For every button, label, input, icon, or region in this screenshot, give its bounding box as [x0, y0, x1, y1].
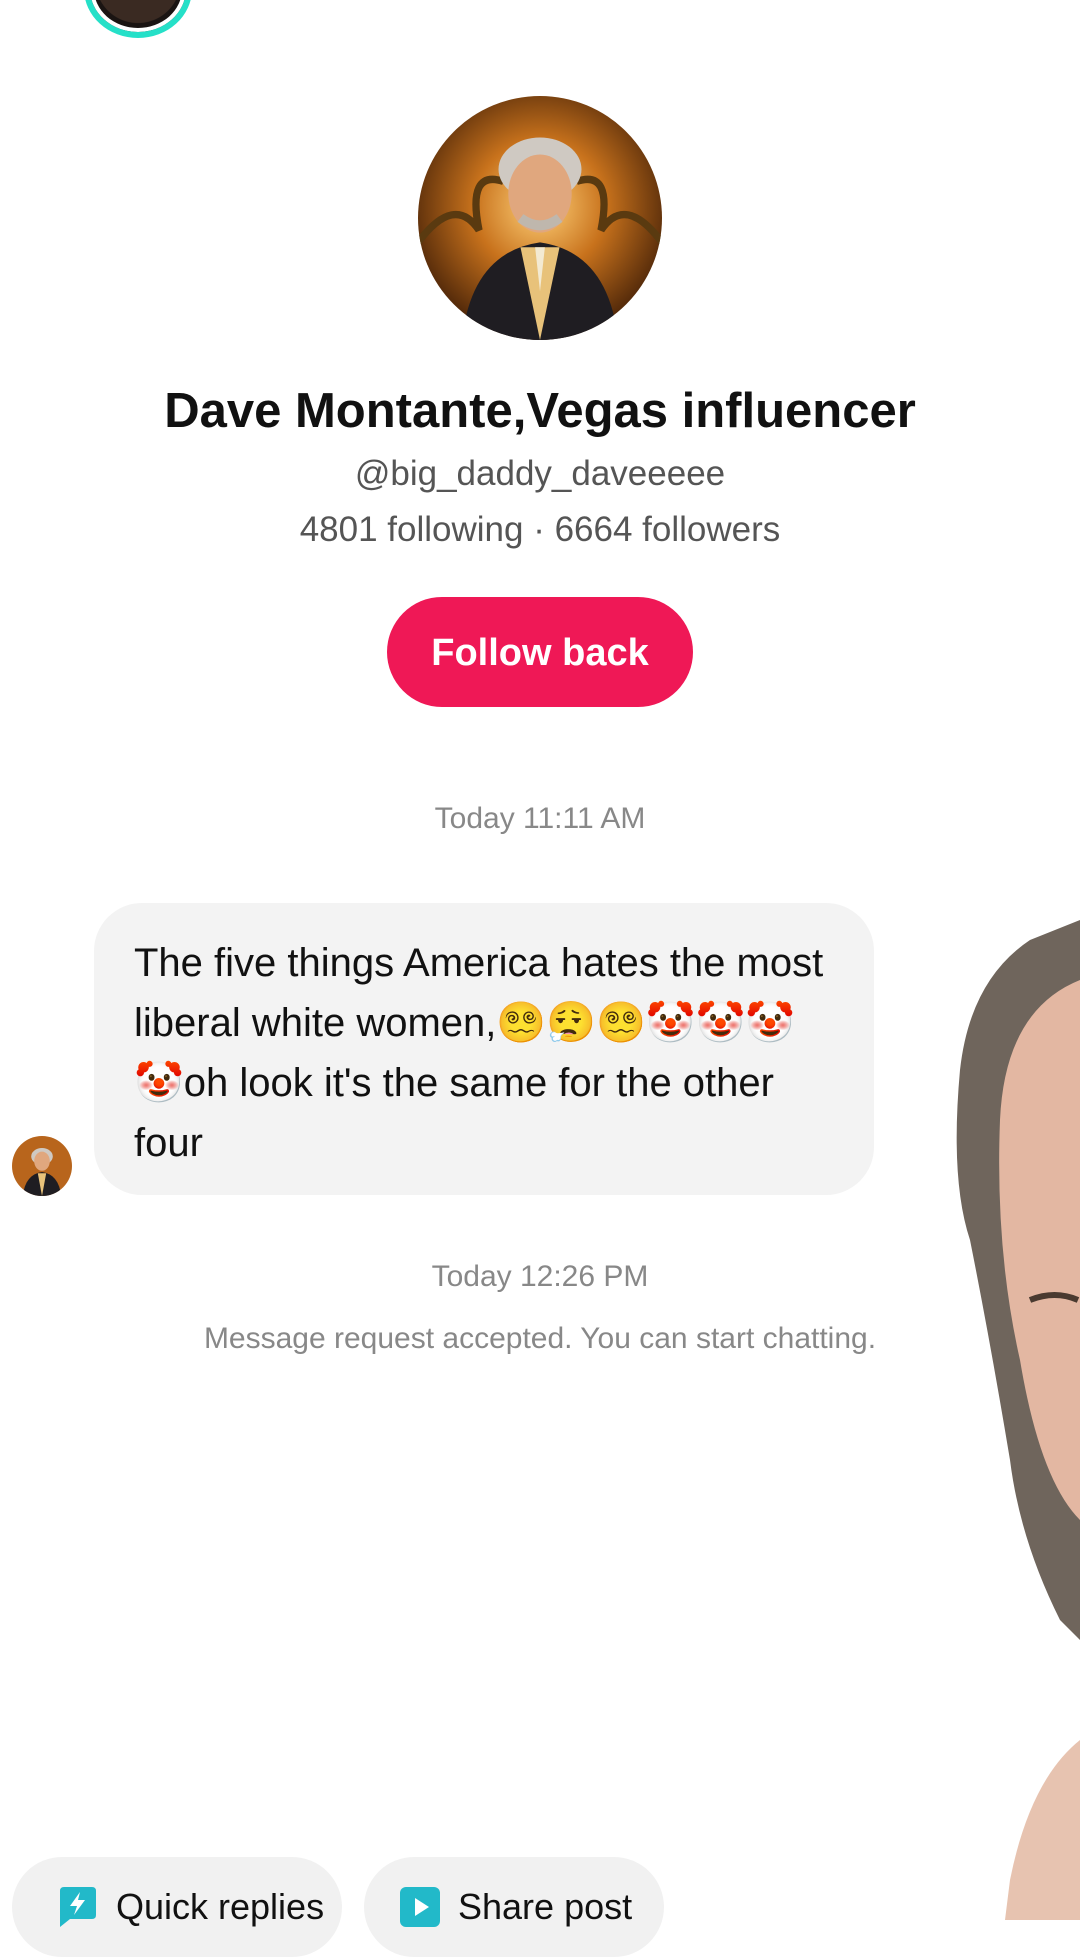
sender-avatar[interactable]	[12, 1136, 72, 1196]
play-square-icon	[398, 1885, 442, 1929]
video-overlay-person	[910, 920, 1080, 1920]
share-post-chip[interactable]: Share post	[364, 1857, 664, 1957]
quick-replies-chip[interactable]: Quick replies	[12, 1857, 342, 1957]
profile-avatar-image	[418, 96, 662, 340]
message-timestamp: Today 11:11 AM	[434, 802, 646, 835]
profile-handle: @big_daddy_daveeeee	[354, 454, 726, 493]
profile-stats: 4801 following · 6664 followers	[299, 510, 781, 549]
profile-avatar[interactable]	[418, 96, 662, 340]
share-post-label: Share post	[458, 1886, 633, 1927]
sender-avatar-image	[12, 1136, 72, 1196]
message-text: The five things America hates the most l…	[134, 941, 835, 1165]
story-avatar[interactable]	[84, 0, 192, 38]
follow-back-button[interactable]: Follow back	[387, 597, 693, 707]
quick-replies-label: Quick replies	[116, 1886, 325, 1927]
message-bubble[interactable]: The five things America hates the most l…	[94, 903, 874, 1195]
profile-display-name: Dave Montante,Vegas influencer	[164, 384, 916, 438]
lightning-bubble-icon	[56, 1885, 100, 1929]
